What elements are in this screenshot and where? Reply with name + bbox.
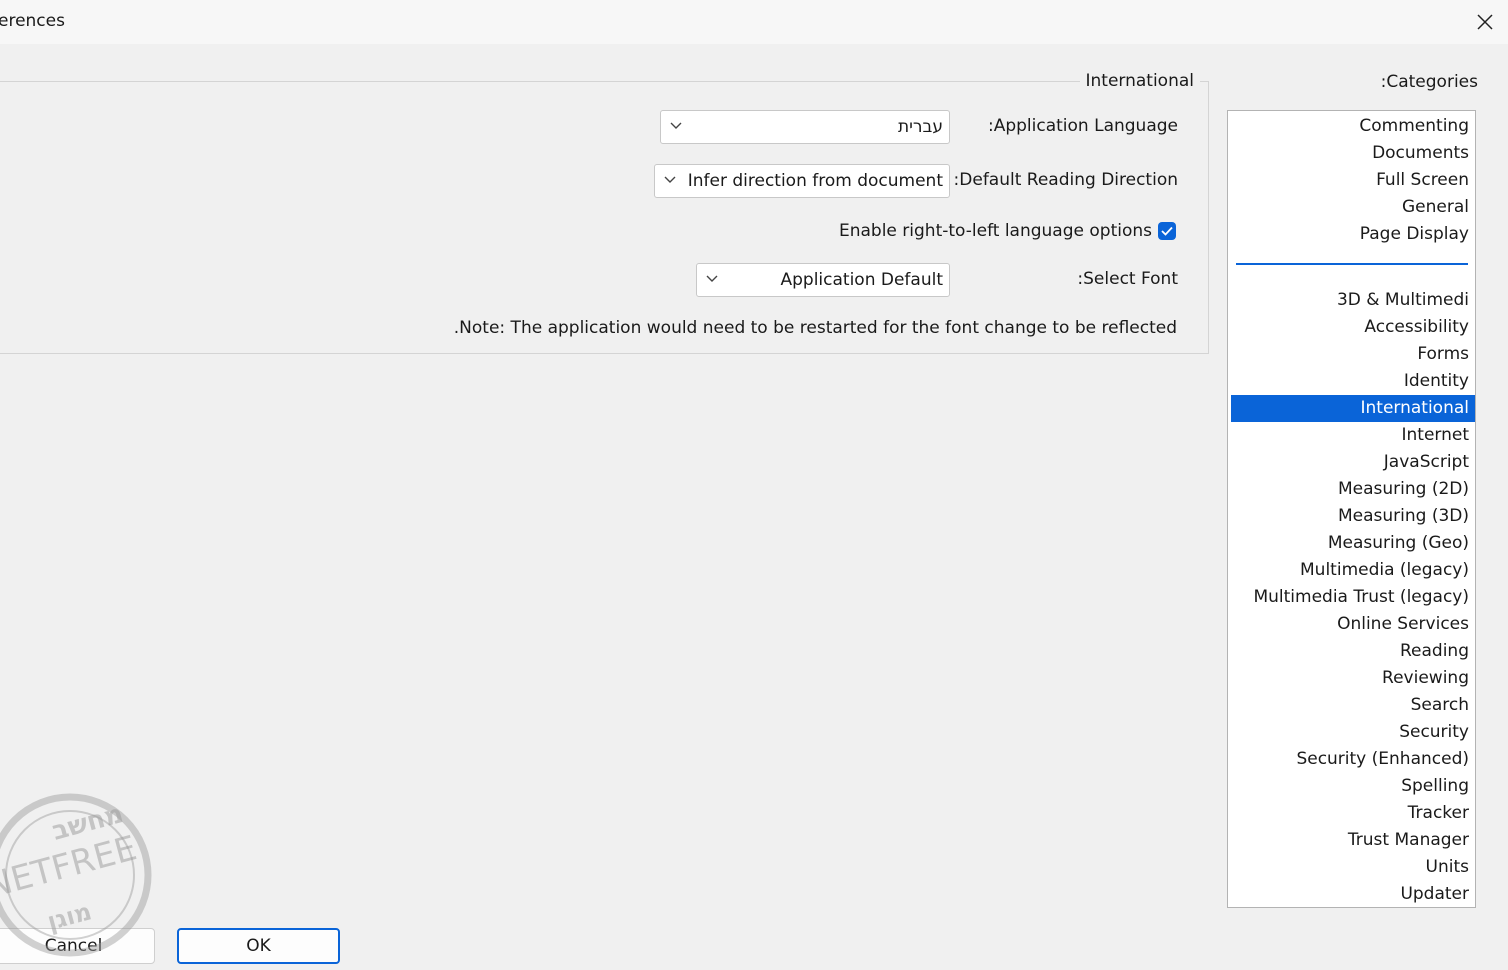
chevron-down-icon [706,275,718,282]
category-item[interactable]: 3D & Multimedi [1231,287,1475,314]
category-item[interactable]: Commenting [1231,113,1475,140]
checkmark-icon [1161,226,1173,236]
category-item[interactable]: Forms [1231,341,1475,368]
category-item[interactable]: Reading [1231,638,1475,665]
select-font-value: Application Default [780,270,943,290]
category-item[interactable]: Multimedia Trust (legacy) [1231,584,1475,611]
select-font-label: :Select Font [1077,269,1178,289]
reading-direction-select[interactable]: Infer direction from document [654,164,950,198]
category-item[interactable]: Measuring (Geo) [1231,530,1475,557]
category-item[interactable]: Measuring (3D) [1231,503,1475,530]
reading-direction-value: Infer direction from document [687,171,943,191]
category-item[interactable]: Measuring (2D) [1231,476,1475,503]
category-separator [1236,263,1468,265]
application-language-label: :Application Language [987,116,1178,136]
category-item[interactable]: Spelling [1231,773,1475,800]
close-button[interactable] [1466,4,1504,40]
category-item[interactable]: Multimedia (legacy) [1231,557,1475,584]
category-item[interactable]: Security [1231,719,1475,746]
category-item[interactable]: Full Screen [1231,167,1475,194]
category-item[interactable]: Units [1231,854,1475,881]
category-item[interactable]: Online Services [1231,611,1475,638]
category-item[interactable]: Tracker [1231,800,1475,827]
cancel-button[interactable]: Cancel [0,928,155,964]
category-item[interactable]: Search [1231,692,1475,719]
category-item[interactable]: Documents [1231,140,1475,167]
category-item[interactable]: Reviewing [1231,665,1475,692]
rtl-options-checkbox[interactable] [1158,222,1176,240]
category-item[interactable]: Page Display [1231,221,1475,248]
category-item-selected[interactable]: International [1231,395,1475,422]
reading-direction-label: :Default Reading Direction [953,170,1178,190]
stamp-middle-text: NETFREE [0,828,141,906]
stamp-top-text: מחשב [49,799,127,847]
font-change-note: .Note: The application would need to be … [453,318,1177,338]
close-icon [1477,14,1493,30]
category-item[interactable]: JavaScript [1231,449,1475,476]
rtl-options-label[interactable]: Enable right-to-left language options [839,221,1152,241]
category-item[interactable]: General [1231,194,1475,221]
window-title: erences [0,11,65,31]
select-font-select[interactable]: Application Default [696,263,950,297]
category-item[interactable]: Accessibility [1231,314,1475,341]
ok-button[interactable]: OK [177,928,340,964]
category-item[interactable]: Internet [1231,422,1475,449]
category-item[interactable]: Security (Enhanced) [1231,746,1475,773]
application-language-select[interactable]: עברית [660,110,950,144]
title-bar: erences [0,0,1508,44]
application-language-value: עברית [897,117,943,137]
categories-list[interactable]: Commenting Documents Full Screen General Pag… [1227,110,1476,908]
chevron-down-icon [670,122,682,129]
group-title: International [1079,71,1200,91]
category-item[interactable]: Updater [1231,881,1475,907]
category-item[interactable]: Trust Manager [1231,827,1475,854]
chevron-down-icon [664,176,676,183]
category-item[interactable]: Identity [1231,368,1475,395]
categories-label: :Categories [1380,72,1478,92]
